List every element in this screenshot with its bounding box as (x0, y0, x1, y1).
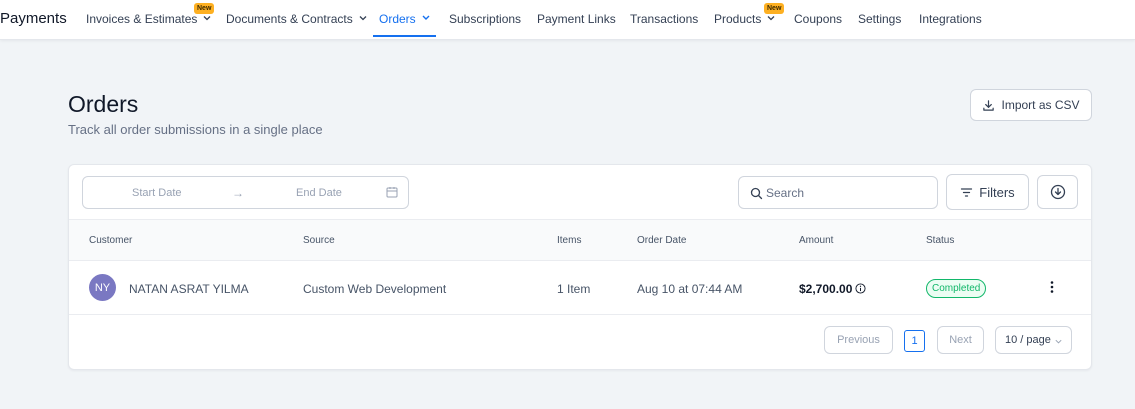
nav-label: Orders (379, 12, 416, 26)
new-badge: New (764, 3, 785, 14)
page-title: Orders (68, 91, 139, 117)
calendar-icon (386, 187, 398, 198)
search-box (738, 176, 938, 209)
nav-label: Transactions (630, 12, 699, 26)
export-button[interactable] (1037, 175, 1078, 209)
nav-orders[interactable]: Orders (373, 12, 436, 37)
nav-documents-contracts[interactable]: Documents & Contracts (226, 12, 369, 38)
nav-subscriptions[interactable]: Subscriptions (449, 12, 521, 38)
filter-icon (961, 187, 973, 197)
status-badge: Completed (926, 279, 987, 298)
end-date-placeholder[interactable]: End Date (296, 187, 342, 199)
column-header-amount[interactable]: Amount (799, 235, 833, 246)
date-range-picker[interactable]: Start Date → End Date (82, 176, 409, 209)
order-items: 1 Item (557, 282, 591, 296)
import-csv-button[interactable]: Import as CSV (970, 89, 1092, 121)
customer-name: NATAN ASRAT YILMA (129, 282, 249, 296)
chevron-down-icon (1055, 339, 1062, 344)
next-page-button[interactable]: Next (937, 326, 984, 354)
previous-page-button[interactable]: Previous (824, 326, 893, 354)
column-header-order-date[interactable]: Order Date (637, 235, 686, 246)
search-icon (750, 187, 763, 200)
filters-label: Filters (979, 184, 1015, 200)
table-row[interactable]: NY NATAN ASRAT YILMA Custom Web Developm… (69, 261, 1091, 315)
order-source: Custom Web Development (303, 282, 447, 296)
new-badge: New (194, 3, 215, 14)
nav-label: Subscriptions (449, 12, 522, 26)
download-icon (983, 99, 995, 111)
page-number-1[interactable]: 1 (904, 330, 925, 352)
start-date-placeholder[interactable]: Start Date (132, 187, 182, 199)
nav-invoices-estimates[interactable]: Invoices & Estimates New (86, 3, 215, 38)
brand-title: Payments (0, 10, 67, 27)
nav-products[interactable]: Products New (714, 3, 785, 38)
chevron-down-icon (359, 16, 367, 21)
orders-card: Start Date → End Date Filters Customer S… (68, 164, 1092, 370)
nav-label: Integrations (919, 12, 982, 26)
page-size-select[interactable]: 10 / page (995, 326, 1072, 354)
order-amount-cell: $2,700.00 (799, 282, 866, 296)
nav-label: Documents & Contracts (226, 12, 353, 26)
column-header-source[interactable]: Source (303, 235, 335, 246)
column-header-status[interactable]: Status (926, 235, 954, 246)
order-amount: $2,700.00 (799, 282, 853, 296)
info-icon[interactable] (855, 283, 866, 294)
nav-transactions[interactable]: Transactions (630, 12, 698, 38)
column-header-customer[interactable]: Customer (89, 235, 132, 246)
page-subtitle: Track all order submissions in a single … (68, 122, 323, 137)
table-header: Customer Source Items Order Date Amount … (69, 219, 1091, 261)
download-circle-icon (1050, 184, 1065, 200)
search-input[interactable] (766, 184, 926, 202)
nav-payment-links[interactable]: Payment Links (537, 12, 616, 38)
page-size-value: 10 / page (1005, 334, 1051, 346)
nav-label: Payment Links (537, 12, 616, 26)
more-vertical-icon[interactable] (1044, 279, 1060, 295)
arrow-right-icon: → (232, 186, 244, 200)
nav-label: Invoices & Estimates (86, 12, 198, 26)
avatar: NY (89, 274, 116, 301)
nav-label: Coupons (794, 12, 843, 26)
top-nav: Payments Invoices & Estimates New Docume… (0, 0, 1135, 40)
nav-label: Products (714, 12, 762, 26)
nav-coupons[interactable]: Coupons (794, 12, 842, 38)
nav-settings[interactable]: Settings (858, 12, 901, 38)
column-header-items[interactable]: Items (557, 235, 581, 246)
chevron-down-icon (422, 15, 430, 20)
order-date: Aug 10 at 07:44 AM (637, 282, 743, 296)
filters-button[interactable]: Filters (946, 174, 1029, 210)
import-csv-label: Import as CSV (1001, 98, 1080, 112)
nav-integrations[interactable]: Integrations (919, 12, 982, 38)
nav-label: Settings (858, 12, 902, 26)
